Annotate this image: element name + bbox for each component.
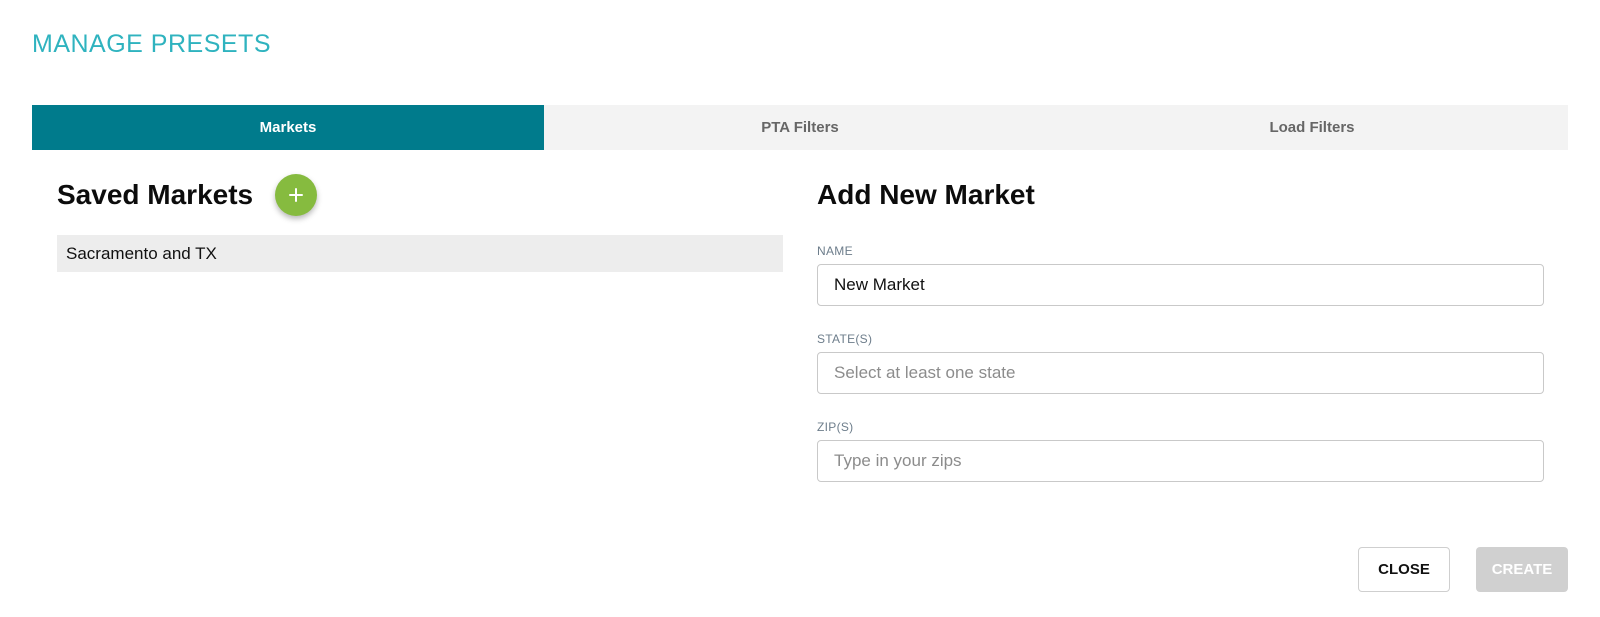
tab-load-filters[interactable]: Load Filters [1056, 105, 1568, 150]
create-button[interactable]: CREATE [1476, 547, 1568, 592]
zips-input[interactable] [817, 440, 1544, 482]
close-button[interactable]: CLOSE [1358, 547, 1450, 592]
add-market-header: Add New Market [817, 170, 1544, 220]
dialog-title: MANAGE PRESETS [32, 30, 271, 58]
name-input[interactable] [817, 264, 1544, 306]
zips-label: ZIP(S) [817, 420, 854, 434]
saved-market-item[interactable]: Sacramento and TX [57, 235, 783, 272]
saved-markets-header: Saved Markets [57, 170, 783, 220]
tab-pta-filters[interactable]: PTA Filters [544, 105, 1056, 150]
states-label: STATE(S) [817, 332, 873, 346]
saved-markets-panel: Saved Markets Sacramento and TX [57, 170, 783, 272]
tab-markets[interactable]: Markets [32, 105, 544, 150]
plus-icon [289, 188, 304, 202]
states-select[interactable] [817, 352, 1544, 394]
saved-markets-heading: Saved Markets [57, 179, 254, 210]
add-market-button[interactable] [275, 174, 318, 216]
add-market-heading: Add New Market [817, 179, 1035, 210]
preset-tabs: Markets PTA Filters Load Filters [32, 105, 1568, 150]
add-market-form: Add New Market NAME STATE(S) ZIP(S) [817, 170, 1544, 482]
name-label: NAME [817, 244, 853, 258]
